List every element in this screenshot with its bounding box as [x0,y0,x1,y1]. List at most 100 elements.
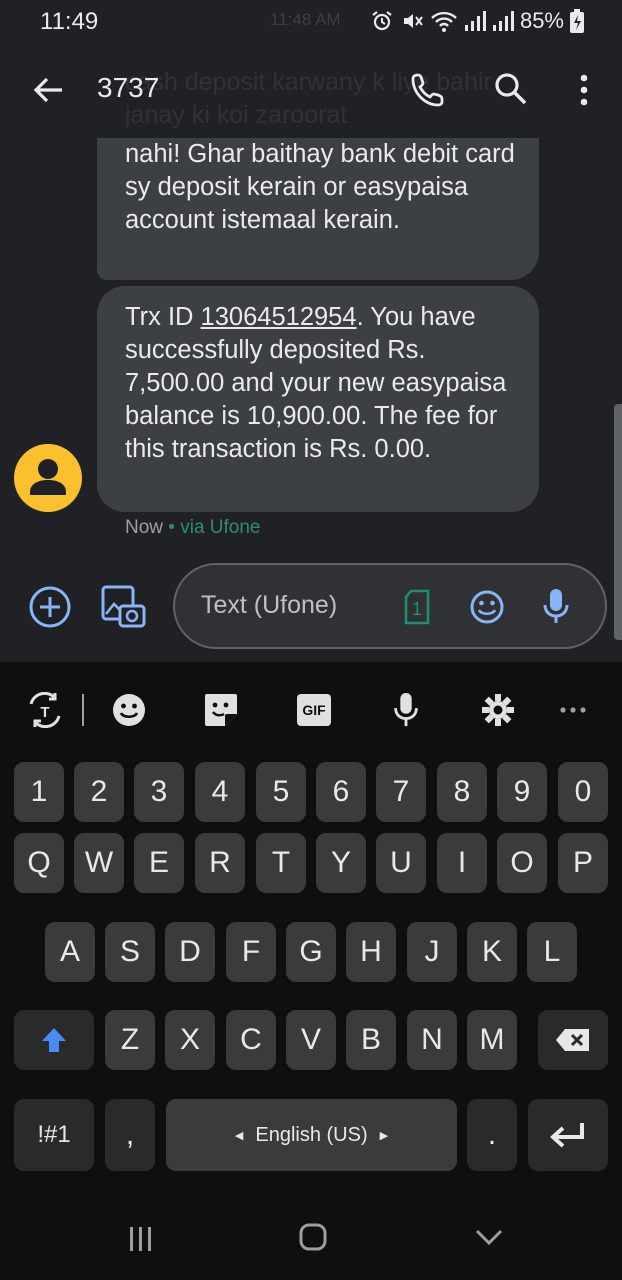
lang-left-arrow-icon: ◀ [234,1129,244,1142]
shift-arrow-icon [42,1028,66,1052]
settings-gear-icon[interactable] [480,692,516,728]
key-9[interactable]: 9 [497,762,547,822]
wifi-icon [431,11,457,32]
status-bar: 11:49 11:48 AM 85% [0,0,622,44]
key-o[interactable]: O [497,833,547,893]
battery-charging-icon [570,9,584,33]
key-s[interactable]: S [105,922,155,982]
scrolled-message-ghost: cash deposit karwany k liye bahir janay … [125,68,492,129]
translate-icon[interactable]: T [25,692,65,728]
key-r[interactable]: R [195,833,245,893]
space-key[interactable]: ◀ English (US) ▶ [166,1099,457,1171]
key-4[interactable]: 4 [195,762,245,822]
emoji-icon[interactable] [469,589,505,625]
emoji-icon[interactable] [111,692,147,728]
status-time: 11:49 [40,8,99,35]
status-ghost-time: 11:48 AM [270,10,341,29]
recent-apps-icon[interactable] [127,1226,155,1252]
key-h[interactable]: H [346,922,396,982]
scrollbar[interactable] [614,404,622,640]
gallery-camera-icon[interactable] [100,584,146,630]
home-icon[interactable] [298,1222,328,1252]
key-n[interactable]: N [407,1010,457,1070]
lang-right-arrow-icon: ▶ [379,1129,389,1142]
key-3[interactable]: 3 [134,762,184,822]
battery-percent: 85% [519,8,564,33]
key-l[interactable]: L [527,922,577,982]
app-bar: cash deposit karwany k liye bahir janay … [0,44,622,138]
svg-text:T: T [40,704,49,721]
key-2[interactable]: 2 [74,762,124,822]
key-7[interactable]: 7 [376,762,426,822]
more-icon[interactable] [558,692,588,728]
add-attachment-icon[interactable] [28,585,72,629]
conversation[interactable]: nahi! Ghar baithay bank debit card sy de… [0,138,622,550]
message-carrier: via Ufone [180,517,261,538]
keyboard-toolbar: T GIF [0,662,622,758]
phone-call-icon[interactable] [410,72,446,108]
key-p[interactable]: P [558,833,608,893]
message-text: nahi! Ghar baithay bank debit card sy de… [125,140,515,234]
backspace-key[interactable] [538,1010,608,1070]
key-g[interactable]: G [286,922,336,982]
key-a[interactable]: A [45,922,95,982]
message-text: Trx ID 13064512954. You have successfull… [125,301,525,466]
key-x[interactable]: X [165,1010,215,1070]
back-chevron-icon[interactable] [474,1227,504,1247]
key-z[interactable]: Z [105,1010,155,1070]
period-key[interactable]: . [467,1099,517,1171]
key-q[interactable]: Q [14,833,64,893]
key-f[interactable]: F [226,922,276,982]
message-text-pre: Trx ID [125,303,201,331]
key-v[interactable]: V [286,1010,336,1070]
signal-icon-2 [492,11,514,31]
microphone-icon[interactable] [391,692,421,728]
key-j[interactable]: J [407,922,457,982]
more-options-icon[interactable] [570,72,598,108]
key-b[interactable]: B [346,1010,396,1070]
sim-card-icon[interactable]: 1 [403,589,431,625]
toolbar-divider [82,694,84,726]
contact-title: 3737 [97,72,160,103]
status-icons: 85% [370,8,584,34]
key-0[interactable]: 0 [558,762,608,822]
key-u[interactable]: U [376,833,426,893]
comma-key[interactable]: , [105,1099,155,1171]
sim-number: 1 [412,599,422,619]
keyboard: T GIF 1 2 3 4 5 6 7 8 9 0 Q W E R T Y U … [0,662,622,1200]
key-m[interactable]: M [467,1010,517,1070]
shift-key[interactable] [14,1010,94,1070]
space-label: English (US) [255,1123,368,1146]
key-5[interactable]: 5 [256,762,306,822]
key-d[interactable]: D [165,922,215,982]
gif-button[interactable]: GIF [297,694,331,726]
message-bubble[interactable]: Trx ID 13064512954. You have successfull… [97,286,539,512]
key-y[interactable]: Y [316,833,366,893]
search-icon[interactable] [493,71,529,107]
key-t[interactable]: T [256,833,306,893]
avatar[interactable] [14,444,82,512]
sticker-icon[interactable] [203,692,239,728]
key-c[interactable]: C [226,1010,276,1070]
compose-placeholder: Text (Ufone) [201,591,338,619]
compose-input[interactable]: Text (Ufone) 1 [173,563,607,649]
alarm-icon [372,11,392,31]
key-w[interactable]: W [74,833,124,893]
trx-id-link[interactable]: 13064512954 [201,303,357,331]
backspace-icon [556,1029,589,1051]
key-k[interactable]: K [467,922,517,982]
message-time: Now [125,517,164,538]
symbols-key[interactable]: !#1 [14,1099,94,1171]
navigation-bar [0,1200,622,1280]
key-1[interactable]: 1 [14,762,64,822]
meta-separator: • [163,517,181,538]
message-bubble[interactable]: nahi! Ghar baithay bank debit card sy de… [97,138,539,280]
key-i[interactable]: I [437,833,487,893]
key-8[interactable]: 8 [437,762,487,822]
enter-key[interactable] [528,1099,608,1171]
back-arrow-icon[interactable] [30,72,66,108]
signal-icon-1 [464,11,486,31]
key-6[interactable]: 6 [316,762,366,822]
key-e[interactable]: E [134,833,184,893]
microphone-icon[interactable] [541,587,571,625]
